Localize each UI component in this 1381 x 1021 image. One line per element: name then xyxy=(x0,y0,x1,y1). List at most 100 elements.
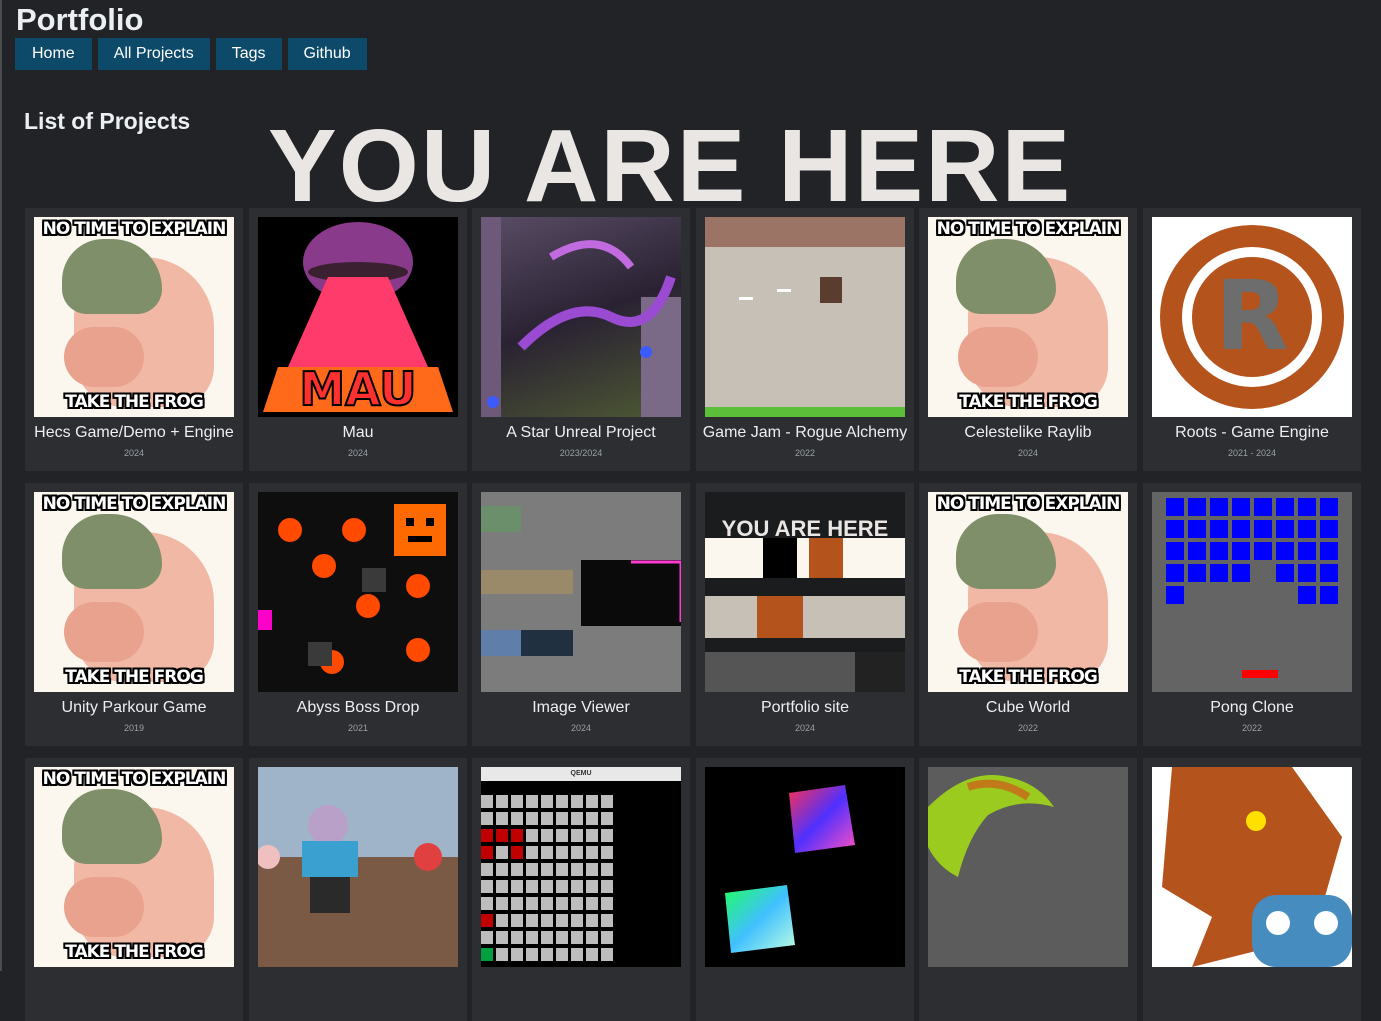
qemu-cell xyxy=(511,795,523,808)
qemu-cell xyxy=(481,880,493,893)
site-title[interactable]: Portfolio xyxy=(16,2,143,38)
project-card[interactable]: R Roots - Game Engine 2021 - 2024 xyxy=(1143,208,1361,471)
qemu-cell xyxy=(541,846,553,859)
qemu-cell xyxy=(556,931,568,944)
project-name[interactable]: Hecs Game/Demo + Engine xyxy=(25,424,243,442)
qemu-cell xyxy=(571,914,583,927)
project-thumbnail[interactable] xyxy=(1152,492,1352,692)
project-thumbnail[interactable]: QEMU xyxy=(481,767,681,967)
project-year: 2021 - 2024 xyxy=(1227,448,1277,458)
project-thumbnail[interactable] xyxy=(481,217,681,417)
project-name[interactable]: Mau xyxy=(249,424,467,442)
project-name[interactable]: Celestelike Raylib xyxy=(919,424,1137,442)
project-card[interactable] xyxy=(1143,758,1361,1021)
project-thumbnail[interactable] xyxy=(705,217,905,417)
qemu-cell xyxy=(481,931,493,944)
qemu-cell xyxy=(496,863,508,876)
project-thumbnail[interactable]: NO TIME TO EXPLAIN TAKE THE FROG xyxy=(928,217,1128,417)
project-name[interactable]: Portfolio site xyxy=(696,699,914,717)
brick xyxy=(1232,542,1250,560)
qemu-cell xyxy=(526,948,538,961)
qemu-cell xyxy=(556,829,568,842)
project-card[interactable]: NO TIME TO EXPLAIN TAKE THE FROG Cube Wo… xyxy=(919,483,1137,746)
project-card[interactable]: NO TIME TO EXPLAIN TAKE THE FROG Unity P… xyxy=(25,483,243,746)
qemu-cell xyxy=(601,897,613,910)
project-name[interactable]: Roots - Game Engine xyxy=(1143,424,1361,442)
brick xyxy=(1320,520,1338,538)
project-card[interactable]: Pong Clone 2022 xyxy=(1143,483,1361,746)
project-name[interactable]: Abyss Boss Drop xyxy=(249,699,467,717)
qemu-cell xyxy=(586,812,598,825)
brick xyxy=(1276,498,1294,516)
qemu-cell xyxy=(511,846,523,859)
project-year: 2023/2024 xyxy=(559,448,603,458)
project-card[interactable]: YOU ARE HERE Portfolio site 2024 xyxy=(696,483,914,746)
project-card[interactable]: Image Viewer 2024 xyxy=(472,483,690,746)
project-name[interactable]: A Star Unreal Project xyxy=(472,424,690,442)
project-thumbnail[interactable] xyxy=(258,492,458,692)
brick xyxy=(1166,498,1184,516)
brick xyxy=(1254,520,1272,538)
project-thumbnail[interactable] xyxy=(1152,767,1352,967)
meme-top-text: NO TIME TO EXPLAIN xyxy=(42,494,227,514)
qemu-cell xyxy=(496,846,508,859)
brick xyxy=(1276,564,1294,582)
nav-all-projects[interactable]: All Projects xyxy=(97,38,210,70)
project-thumbnail[interactable]: YOU ARE HERE xyxy=(705,492,905,692)
project-name[interactable]: Image Viewer xyxy=(472,699,690,717)
meme-top-text: NO TIME TO EXPLAIN xyxy=(42,219,227,239)
nav-tags[interactable]: Tags xyxy=(215,38,282,70)
brick xyxy=(1210,564,1228,582)
qemu-cell xyxy=(586,880,598,893)
qemu-cell xyxy=(541,795,553,808)
project-card[interactable] xyxy=(919,758,1137,1021)
qemu-cell xyxy=(526,880,538,893)
project-thumbnail[interactable]: NO TIME TO EXPLAIN TAKE THE FROG xyxy=(34,217,234,417)
project-name[interactable]: Pong Clone xyxy=(1143,699,1361,717)
project-card[interactable]: NO TIME TO EXPLAIN TAKE THE FROG Celeste… xyxy=(919,208,1137,471)
project-year: 2024 xyxy=(1017,448,1039,458)
qemu-cell xyxy=(526,897,538,910)
qemu-cell xyxy=(571,863,583,876)
project-card[interactable]: QEMU xyxy=(472,758,690,1021)
qemu-cell xyxy=(481,846,493,859)
qemu-cell xyxy=(586,795,598,808)
project-card[interactable]: Game Jam - Rogue Alchemy 2022 xyxy=(696,208,914,471)
project-thumbnail[interactable] xyxy=(928,767,1128,967)
project-card[interactable]: A Star Unreal Project 2023/2024 xyxy=(472,208,690,471)
qemu-cell xyxy=(556,812,568,825)
brick xyxy=(1298,542,1316,560)
qemu-cell xyxy=(481,897,493,910)
left-border xyxy=(0,0,2,971)
project-thumbnail[interactable]: NO TIME TO EXPLAIN TAKE THE FROG xyxy=(34,492,234,692)
qemu-cell xyxy=(526,812,538,825)
project-card[interactable]: MAU Mau 2024 xyxy=(249,208,467,471)
nav-github[interactable]: Github xyxy=(287,38,367,70)
qemu-cell xyxy=(571,880,583,893)
project-name[interactable]: Cube World xyxy=(919,699,1137,717)
project-card[interactable]: NO TIME TO EXPLAIN TAKE THE FROG Hecs Ga… xyxy=(25,208,243,471)
qemu-cell xyxy=(571,897,583,910)
project-thumbnail[interactable]: MAU xyxy=(258,217,458,417)
qemu-cell xyxy=(481,812,493,825)
qemu-cell xyxy=(571,948,583,961)
project-name[interactable]: Unity Parkour Game xyxy=(25,699,243,717)
project-thumbnail[interactable] xyxy=(705,767,905,967)
project-thumbnail[interactable]: NO TIME TO EXPLAIN TAKE THE FROG xyxy=(34,767,234,967)
project-card[interactable]: Abyss Boss Drop 2021 xyxy=(249,483,467,746)
project-name[interactable]: Game Jam - Rogue Alchemy xyxy=(696,424,914,442)
qemu-cell xyxy=(556,795,568,808)
project-thumbnail[interactable] xyxy=(481,492,681,692)
project-card[interactable] xyxy=(696,758,914,1021)
nav-home[interactable]: Home xyxy=(15,38,92,70)
project-thumbnail[interactable]: R xyxy=(1152,217,1352,417)
project-card[interactable] xyxy=(249,758,467,1021)
qemu-cell xyxy=(556,880,568,893)
project-thumbnail[interactable]: NO TIME TO EXPLAIN TAKE THE FROG xyxy=(928,492,1128,692)
qemu-cell xyxy=(571,931,583,944)
brick xyxy=(1298,520,1316,538)
project-thumbnail[interactable] xyxy=(258,767,458,967)
qemu-cell xyxy=(601,812,613,825)
project-card[interactable]: NO TIME TO EXPLAIN TAKE THE FROG xyxy=(25,758,243,1021)
qemu-cell xyxy=(511,863,523,876)
